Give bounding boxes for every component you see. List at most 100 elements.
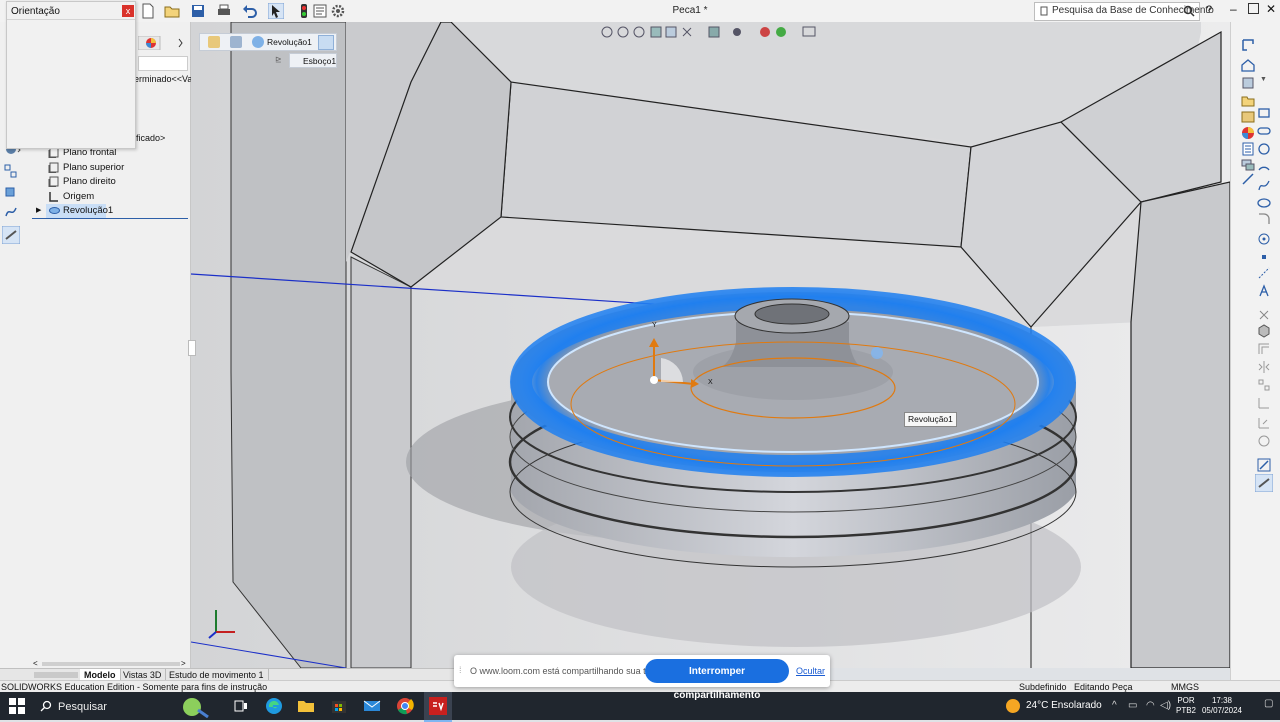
home-icon[interactable] [1241, 58, 1255, 72]
move-icon[interactable] [1257, 396, 1271, 410]
offset-icon[interactable] [1257, 342, 1271, 356]
pattern-icon[interactable] [1257, 378, 1271, 392]
heads-up-view-toolbar[interactable] [599, 24, 839, 40]
3d-scene[interactable] [191, 22, 1230, 668]
fillet-icon[interactable] [1257, 212, 1271, 226]
search-icon[interactable] [1183, 5, 1195, 17]
triad-y-label: Y [652, 322, 657, 329]
folder-icon[interactable] [1241, 94, 1255, 108]
relations-icon[interactable] [1257, 416, 1271, 430]
minimize-button[interactable]: – [1230, 2, 1237, 16]
microsoft-store-icon[interactable] [330, 697, 348, 715]
solid-body-icon[interactable] [4, 185, 22, 201]
clock-time: 17:38 [1211, 696, 1233, 705]
slot-icon[interactable] [1257, 124, 1271, 138]
ellipse-icon[interactable] [1257, 196, 1271, 210]
dot-icon[interactable] [1257, 250, 1271, 264]
print-icon[interactable] [216, 3, 232, 19]
view-palette-icon[interactable] [1241, 110, 1255, 124]
feature-callout[interactable]: Revolução1 [904, 412, 957, 427]
wifi-icon[interactable]: ◠ [1146, 700, 1155, 711]
network-icon[interactable]: ▭ [1128, 700, 1137, 711]
properties-icon[interactable] [1241, 142, 1255, 156]
close-window-button[interactable]: ✕ [1266, 2, 1276, 16]
centerline-icon[interactable] [1257, 266, 1271, 280]
breadcrumb[interactable]: Revolução1 [199, 33, 337, 51]
taskbar-clock[interactable]: 17:38 05/07/2024 [1200, 696, 1244, 716]
tree-node-partial-1: erminado<<Va [134, 74, 193, 84]
volume-icon[interactable]: ◁) [1160, 700, 1171, 711]
breadcrumb-sketch-label: Esboço1 [303, 56, 337, 66]
breadcrumb-sketch-toggle[interactable] [318, 35, 334, 50]
drag-handle-icon[interactable]: ⁞ [459, 665, 462, 675]
tree-item-label: Plano direito [63, 176, 116, 187]
horizontal-scrollbar[interactable] [42, 662, 180, 666]
edge-browser-icon[interactable] [265, 697, 283, 715]
breadcrumb-sketch[interactable]: ⊵ Esboço1 [273, 53, 337, 68]
notifications-icon[interactable]: ▢ [1264, 698, 1273, 709]
panel-splitter-handle[interactable] [188, 340, 196, 356]
orientation-close-button[interactable]: x [122, 5, 134, 17]
new-file-icon[interactable] [140, 3, 156, 19]
stop-sharing-button[interactable]: Interromper compartilhamento [645, 659, 789, 701]
taskbar-search[interactable]: Pesquisar [32, 694, 209, 718]
convert-entities-icon[interactable] [1257, 324, 1271, 338]
orientation-dialog: Orientação x [6, 1, 136, 149]
mirror-icon[interactable] [1257, 360, 1271, 374]
display-pane-icon[interactable] [2, 226, 20, 244]
sketch-edit-icon[interactable] [1257, 458, 1271, 472]
library-icon[interactable] [1241, 76, 1255, 90]
windows-start-icon[interactable] [8, 697, 26, 715]
spline-icon[interactable] [1257, 178, 1271, 192]
file-properties-icon[interactable] [312, 3, 328, 19]
maximize-button[interactable] [1248, 3, 1259, 14]
instant-2d-icon[interactable] [1255, 474, 1273, 492]
repair-icon[interactable] [1257, 434, 1271, 448]
annotation-icon[interactable] [4, 163, 22, 179]
point-icon[interactable] [1257, 232, 1271, 246]
task-pane-toolbar: ▼ [1230, 22, 1280, 680]
tree-item-revolve[interactable]: Revolução1 [46, 204, 113, 218]
dropdown-caret-icon[interactable]: ▼ [1260, 76, 1267, 83]
sketch-icon: ⊵ [275, 55, 282, 64]
appearance-icon[interactable] [1241, 126, 1255, 140]
scroll-left-icon[interactable]: < [33, 659, 38, 668]
expand-arrow-icon[interactable]: ▶ [36, 206, 41, 214]
file-explorer-icon[interactable] [297, 697, 315, 715]
show-hidden-icons-icon[interactable]: ^ [1112, 700, 1117, 711]
toolbar-a-icon[interactable] [1241, 38, 1255, 52]
save-icon[interactable] [190, 3, 206, 19]
scroll-right-icon[interactable]: > [181, 659, 186, 668]
tree-item-label: Revolução1 [63, 205, 114, 216]
line-icon[interactable] [1241, 172, 1255, 186]
curve-icon[interactable] [4, 204, 22, 220]
open-folder-icon[interactable] [164, 3, 180, 19]
rectangle-icon[interactable] [1257, 106, 1271, 120]
knowledge-base-search[interactable]: Pesquisa da Base de Conhecimento [1034, 2, 1214, 21]
breadcrumb-feature: Revolução1 [267, 37, 312, 47]
panel-tabs[interactable] [138, 36, 184, 50]
orientation-header: Orientação x [7, 2, 135, 20]
filter-field[interactable] [138, 56, 188, 71]
language-indicator[interactable]: POR PTB2 [1176, 696, 1196, 716]
share-message: O www.loom.com está compartilhando sua t… [470, 666, 661, 676]
text-icon[interactable] [1257, 284, 1271, 298]
graphics-viewport[interactable]: Revolução1 ⊵ Esboço1 Revolução1 Y X [191, 22, 1230, 668]
tab-nav-arrows[interactable] [34, 672, 78, 678]
help-button[interactable]: ? [1206, 4, 1212, 16]
gear-icon[interactable] [330, 3, 346, 19]
traffic-light-icon[interactable] [296, 3, 312, 19]
hide-share-link[interactable]: Ocultar [796, 666, 825, 676]
weather-text: 24°C Ensolarado [1026, 700, 1102, 711]
task-view-icon[interactable] [232, 697, 250, 715]
taskbar-solidworks-active[interactable] [424, 692, 452, 722]
trim-icon[interactable] [1257, 308, 1271, 322]
chat-icon[interactable] [1241, 158, 1255, 172]
circle-icon[interactable] [1257, 142, 1271, 156]
rollback-bar[interactable] [32, 218, 188, 219]
arc-icon[interactable] [1257, 160, 1271, 174]
chrome-icon[interactable] [396, 697, 414, 715]
mail-icon[interactable] [363, 697, 381, 715]
undo-icon[interactable] [242, 3, 258, 19]
select-arrow-icon[interactable] [268, 3, 284, 19]
